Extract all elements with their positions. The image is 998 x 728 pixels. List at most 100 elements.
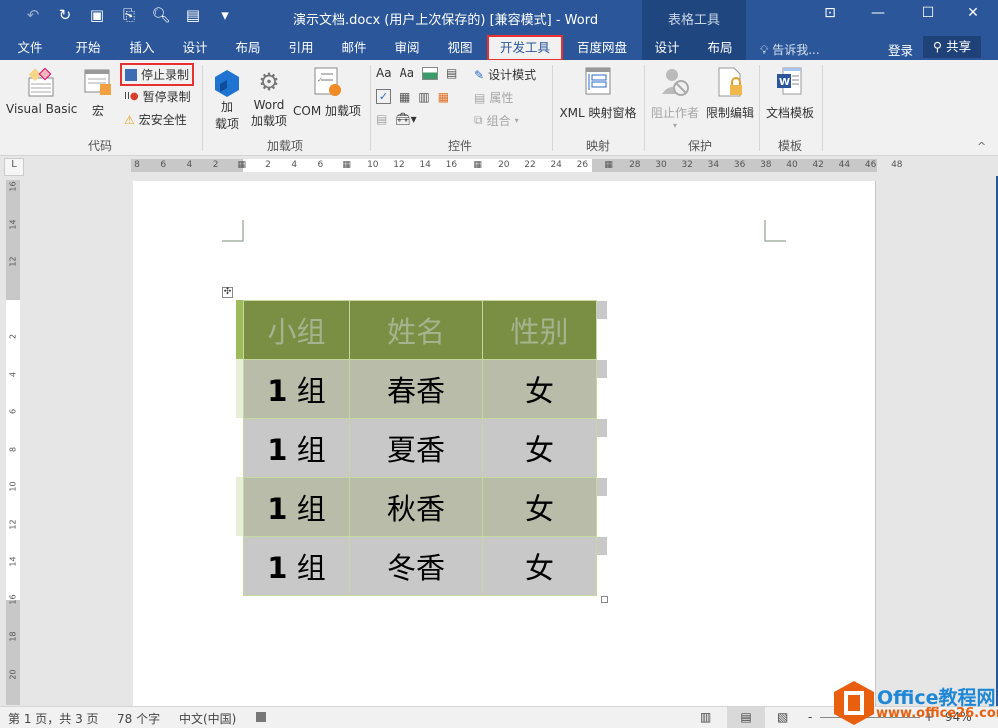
group-unit: 组 [296, 492, 326, 526]
word-addins-button[interactable]: ⚙ Word 加载项 [249, 66, 289, 129]
pause-recording-button[interactable]: II● 暂停录制 [124, 88, 191, 105]
cell-name[interactable]: 秋香 [349, 477, 483, 537]
tab-view[interactable]: 视图 [440, 37, 480, 60]
header-cell-group[interactable]: 小组 [243, 300, 350, 360]
cell-name[interactable]: 冬香 [349, 536, 483, 596]
com-addins-button[interactable]: ✓ COM 加载项 [292, 66, 362, 119]
ruler-column-marker[interactable]: ▦ [342, 159, 351, 172]
cell-group[interactable]: 1 组 [243, 359, 350, 419]
group-button[interactable]: ⧉ 组合 ▾ [474, 112, 519, 129]
macro-security-label: 宏安全性 [138, 113, 187, 127]
tab-home[interactable]: 开始 [68, 37, 108, 60]
web-layout-icon[interactable]: ▧ [777, 710, 788, 724]
xml-mapping-pane-button[interactable]: XML 映射窗格 [557, 66, 639, 121]
cell-group[interactable]: 1 组 [243, 477, 350, 537]
cell-gender[interactable]: 女 [482, 477, 597, 537]
macros-button[interactable]: 宏 [82, 66, 114, 119]
maximize-icon[interactable]: ☐ [913, 5, 943, 21]
block-authors-button[interactable]: 阻止作者 ▾ [648, 66, 702, 130]
restrict-editing-button[interactable]: 限制编辑 [704, 66, 756, 121]
table-resize-handle[interactable] [601, 596, 608, 603]
close-icon[interactable]: ✕ [958, 5, 988, 21]
print-preview-icon[interactable]: 🔍︎ [150, 6, 172, 24]
read-mode-icon[interactable]: ▥ [700, 710, 711, 724]
ribbon-display-options-icon[interactable]: ⊡ [815, 5, 845, 21]
addins-button[interactable]: 加 载项 [210, 68, 244, 132]
controls-row-2: ✓ ▦ ▥ ▦ [376, 89, 449, 104]
combo-box-control-icon[interactable]: ▦ [399, 90, 410, 104]
document-template-button[interactable]: W 文档模板 [764, 66, 816, 121]
dropdown-list-control-icon[interactable]: ▥ [418, 90, 429, 104]
tell-me-box[interactable]: 💡︎ 告诉我... [760, 41, 820, 58]
ruler-column-marker[interactable]: ▦ [238, 159, 247, 172]
tab-baidu-netdisk[interactable]: 百度网盘 [570, 37, 634, 60]
macro-recording-icon[interactable] [256, 712, 266, 722]
cell-name[interactable]: 夏香 [349, 418, 483, 478]
print-layout-icon[interactable]: ▤ [727, 707, 765, 728]
form-icon[interactable]: ▤ [182, 6, 204, 24]
cell-gender[interactable]: 女 [482, 536, 597, 596]
login-link[interactable]: 登录 [888, 40, 913, 59]
tab-file[interactable]: 文件 [10, 37, 50, 60]
tab-layout[interactable]: 布局 [228, 37, 268, 60]
lightbulb-icon: 💡︎ [760, 43, 769, 57]
page-count[interactable]: 第 1 页，共 3 页 [8, 710, 99, 727]
stop-icon [125, 68, 137, 81]
collapse-ribbon-icon[interactable]: ^ [977, 140, 986, 153]
group-label-templates: 模板 [777, 139, 802, 153]
macros-label: 宏 [91, 104, 104, 118]
cell-name[interactable]: 春香 [349, 359, 483, 419]
visual-basic-button[interactable]: Visual Basic [6, 66, 78, 116]
ruler-tick-label: 24 [550, 160, 562, 170]
tab-table-layout[interactable]: 布局 [700, 37, 740, 60]
share-button[interactable]: ⚲ 共享 [923, 36, 981, 58]
restrict-editing-label: 限制编辑 [705, 106, 754, 120]
rich-text-control-icon[interactable]: Aa [376, 66, 392, 80]
tab-table-design[interactable]: 设计 [647, 37, 687, 60]
checkbox-control-icon[interactable]: ✓ [376, 89, 391, 104]
tab-review[interactable]: 审阅 [387, 37, 427, 60]
com-addins-icon: ✓ [314, 67, 341, 96]
group-number: 1 [267, 551, 288, 585]
language[interactable]: 中文(中国) [179, 710, 236, 727]
tab-design[interactable]: 设计 [175, 37, 215, 60]
group-number: 1 [267, 433, 288, 467]
customize-qat-icon[interactable]: ▾ [214, 6, 236, 24]
legacy-tools-icon[interactable]: 🧰︎▾ [395, 112, 416, 126]
tab-developer[interactable]: 开发工具 [487, 35, 563, 61]
save-icon[interactable]: ▣ [86, 6, 108, 24]
redo-icon[interactable]: ↻ [54, 6, 76, 24]
picture-control-icon[interactable] [422, 66, 439, 80]
ruler-column-marker[interactable]: ▦ [604, 159, 613, 172]
tab-references[interactable]: 引用 [281, 37, 321, 60]
visual-basic-label: Visual Basic [6, 102, 78, 116]
cell-group[interactable]: 1 组 [243, 418, 350, 478]
undo-icon[interactable]: ↶ [22, 6, 44, 24]
macro-security-button[interactable]: ⚠ 宏安全性 [124, 111, 187, 128]
tab-insert[interactable]: 插入 [122, 37, 162, 60]
ruler-column-marker[interactable]: ▦ [473, 159, 482, 172]
plain-text-control-icon[interactable]: Aa [400, 66, 414, 80]
design-mode-button[interactable]: ✎ 设计模式 [474, 66, 536, 83]
stop-recording-button[interactable]: 停止录制 [120, 63, 195, 86]
tab-stop-selector[interactable]: L [4, 158, 24, 176]
com-addins-label: COM 加载项 [293, 104, 361, 118]
tab-mailings[interactable]: 邮件 [334, 37, 374, 60]
minimize-icon[interactable]: — [863, 5, 893, 21]
data-table[interactable]: 小组 姓名 性别 1 组 春香 女 1 组 夏香 女 1 组 秋香 女 1 组 … [243, 300, 597, 596]
building-block-control-icon[interactable]: ▤ [446, 66, 457, 80]
chevron-down-icon: ▾ [672, 121, 677, 130]
word-count[interactable]: 78 个字 [117, 710, 160, 727]
cell-group[interactable]: 1 组 [243, 536, 350, 596]
date-picker-control-icon[interactable]: ▦ [438, 90, 449, 104]
header-cell-gender[interactable]: 性别 [482, 300, 597, 360]
header-cell-name[interactable]: 姓名 [349, 300, 483, 360]
cell-gender[interactable]: 女 [482, 359, 597, 419]
zoom-out-button[interactable]: - [808, 710, 812, 724]
ruler-tick-label: 32 [681, 160, 693, 170]
format-icon[interactable]: ⎘ [118, 6, 140, 24]
properties-button[interactable]: ▤ 属性 [474, 89, 513, 106]
cell-gender[interactable]: 女 [482, 418, 597, 478]
repeating-section-icon[interactable]: ▤ [376, 112, 387, 126]
table-move-handle-icon[interactable]: ✣ [222, 287, 233, 298]
